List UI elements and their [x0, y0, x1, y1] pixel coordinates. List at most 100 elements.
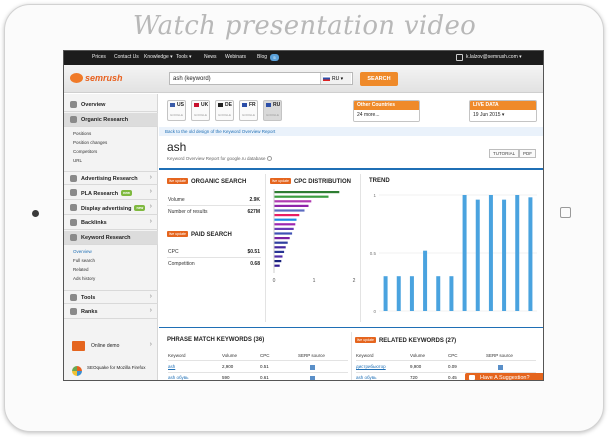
sidebar-item-label: Organic Research: [81, 117, 129, 123]
back-to-old-design-link[interactable]: Back to the old design of the Keyword Ov…: [159, 127, 543, 136]
account-menu[interactable]: k.lalzov@semrush.com ▾: [466, 54, 522, 60]
sidebar-sub-related[interactable]: Related: [73, 267, 89, 272]
paid-competition-value: 0.68: [250, 261, 260, 267]
trend-bar: [396, 276, 401, 311]
keyword-link[interactable]: дистрибьютор: [356, 364, 386, 369]
dollar-icon: [70, 175, 77, 182]
table-header: CPC: [260, 353, 270, 358]
organic-volume-label: Volume: [168, 197, 185, 203]
pdf-button[interactable]: PDF: [519, 149, 536, 158]
sidebar-item-display-advertising[interactable]: Display advertising new ›: [64, 201, 158, 215]
search-button[interactable]: SEARCH: [360, 72, 398, 86]
trend-bar: [475, 199, 480, 311]
keyword-link[interactable]: ash обувь: [168, 375, 188, 380]
promo-title[interactable]: Watch presentation video: [0, 11, 609, 41]
country-uk-button[interactable]: UK GOOGLE: [191, 100, 210, 121]
sidebar-item-pla-research[interactable]: PLA Research new ›: [64, 186, 158, 200]
organic-volume-value: 2.9K: [249, 197, 260, 203]
country-us-button[interactable]: US GOOGLE: [167, 100, 186, 121]
trend-chart: 10.50: [370, 193, 537, 314]
paid-search-title-text: PAID SEARCH: [190, 232, 232, 238]
sidebar-sub-url[interactable]: URL: [73, 158, 82, 163]
camera-dot: [32, 210, 39, 217]
keyword-title: ash: [167, 140, 187, 154]
country-ru-button[interactable]: RU GOOGLE: [263, 100, 282, 121]
sidebar-item-organic-research[interactable]: Organic Research: [64, 113, 158, 127]
nav-webinars[interactable]: Webinars: [225, 54, 246, 60]
other-countries-label: Other Countries: [354, 101, 419, 110]
organic-search-title-text: ORGANIC SEARCH: [190, 179, 247, 185]
sidebar-item-advertising-research[interactable]: Advertising Research ›: [64, 171, 158, 185]
sidebar: Overview Organic Research Positions Posi…: [64, 94, 158, 380]
related-keywords-title-text: RELATED KEYWORDS (27): [378, 338, 457, 344]
tutorial-button[interactable]: TUTORIAL: [489, 149, 520, 158]
pla-icon: [70, 189, 77, 196]
table-header: CPC: [448, 353, 458, 358]
app-screen: Prices Contact Us Knowledge ▾ Tools ▾ Ne…: [63, 50, 544, 381]
paid-cpc-value: $0.51: [247, 249, 260, 255]
column-divider: [265, 174, 266, 322]
sidebar-item-tools[interactable]: Tools ›: [64, 290, 158, 304]
other-countries-select[interactable]: Other Countries 24 more...: [353, 100, 420, 122]
keyword-subtitle-text: Keyword Overview Report for google.ru da…: [167, 156, 266, 161]
trend-bar: [449, 276, 454, 311]
cpc-bar: [274, 191, 340, 194]
paid-cpc-label: CPC: [168, 249, 179, 255]
paid-competition-label: Competition: [168, 261, 195, 267]
sidebar-item-overview[interactable]: Overview: [64, 98, 158, 112]
country-code: RU: [273, 102, 281, 108]
nav-news[interactable]: News: [204, 54, 217, 60]
sidebar-sub-ads-history[interactable]: Ads history: [73, 276, 95, 281]
cpc-distribution-title: live update CPC DISTRIBUTION: [270, 178, 351, 185]
nav-prices[interactable]: Prices: [92, 54, 106, 60]
keyword-link[interactable]: ash обувь: [356, 375, 376, 380]
flag-icon: [218, 103, 223, 107]
semrush-logo[interactable]: semrush: [70, 73, 123, 83]
volume-cell: 590: [222, 375, 230, 380]
sidebar-sub-position-changes[interactable]: Position changes: [73, 140, 107, 145]
online-demo[interactable]: Online demo ›: [64, 335, 158, 359]
sidebar-item-label: Ranks: [81, 309, 98, 315]
cpc-bar: [274, 232, 293, 235]
serp-icon[interactable]: [310, 364, 315, 370]
serp-icon[interactable]: [498, 364, 503, 370]
display-icon: [70, 204, 77, 211]
cpc-distribution-title-text: CPC DISTRIBUTION: [293, 179, 351, 185]
seoquake-promo[interactable]: SEOquake for Mozilla Firefox: [64, 361, 158, 380]
nav-contact-us[interactable]: Contact Us: [114, 54, 139, 60]
flag-icon: [266, 103, 271, 107]
organic-search-title: live update ORGANIC SEARCH: [167, 178, 246, 185]
suggestion-button[interactable]: Have A Suggestion?: [465, 373, 543, 380]
sidebar-sub-overview[interactable]: Overview: [73, 249, 92, 254]
keyword-link[interactable]: ash: [168, 364, 175, 369]
nav-blog[interactable]: Blog: [257, 54, 267, 60]
database-select[interactable]: RU ▾: [320, 73, 351, 84]
key-icon: [70, 234, 77, 241]
row-divider: [167, 205, 261, 206]
serp-icon[interactable]: [310, 375, 315, 380]
sidebar-item-keyword-research[interactable]: Keyword Research: [64, 231, 158, 245]
sidebar-item-ranks[interactable]: Ranks ›: [64, 305, 158, 319]
trend-bar: [488, 195, 493, 311]
nav-tools[interactable]: Tools ▾: [176, 54, 192, 60]
sidebar-sub-full-search[interactable]: Full search: [73, 258, 95, 263]
ranks-icon: [70, 308, 77, 315]
row-divider: [356, 360, 536, 361]
ru-flag-icon: [323, 76, 330, 81]
sidebar-sub-competitors[interactable]: Competitors: [73, 149, 97, 154]
home-button[interactable]: [560, 207, 571, 218]
live-data-select[interactable]: LIVE DATA 19 Jun 2015 ▾: [469, 100, 537, 122]
link-icon: [70, 219, 77, 226]
nav-knowledge[interactable]: Knowledge ▾: [144, 54, 173, 60]
cpc-bar: [274, 223, 296, 226]
sidebar-sub-positions[interactable]: Positions: [73, 131, 91, 136]
country-engine: GOOGLE: [242, 113, 256, 117]
country-fr-button[interactable]: FR GOOGLE: [239, 100, 258, 121]
info-icon[interactable]: [266, 156, 272, 161]
trend-tick-label: 0: [373, 309, 376, 314]
database-select-value: RU ▾: [332, 76, 344, 82]
country-de-button[interactable]: DE GOOGLE: [215, 100, 234, 121]
sidebar-item-backlinks[interactable]: Backlinks ›: [64, 216, 158, 230]
trend-title: TREND: [369, 178, 390, 184]
table-header: Volume: [410, 353, 426, 358]
